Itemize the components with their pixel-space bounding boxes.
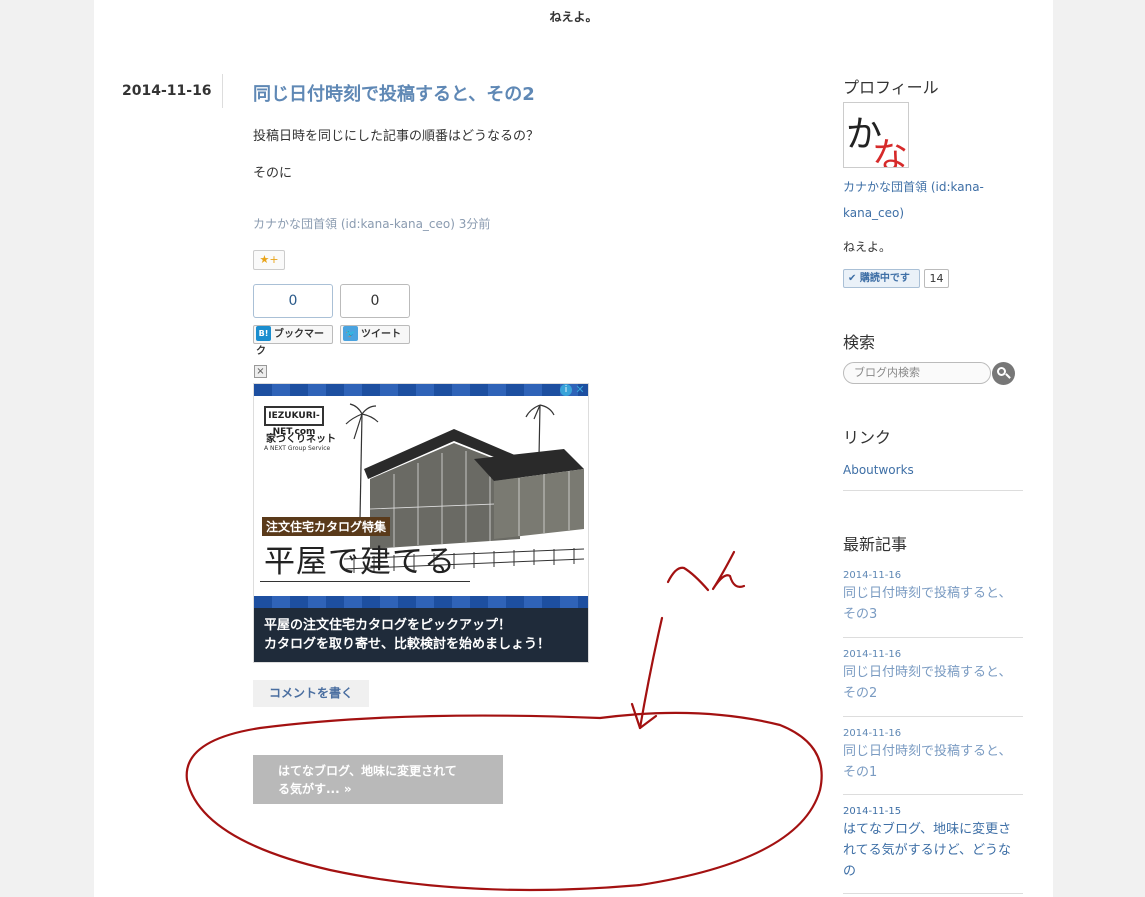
blog-tagline: ねえよ。 xyxy=(549,10,598,24)
bookmark-count[interactable]: 0 xyxy=(253,284,333,318)
sidebar-link[interactable]: Aboutworks xyxy=(843,463,914,477)
prev-entry-title-line: はてなブログ、地味に変更されて xyxy=(278,764,457,778)
divider xyxy=(843,490,1023,491)
date-divider xyxy=(222,74,223,108)
subscribe-button[interactable]: ✔ 購読中です xyxy=(843,269,920,288)
tweet-count[interactable]: 0 xyxy=(340,284,410,318)
recent-entry-date: 2014-11-16 xyxy=(843,570,902,581)
bookmark-button[interactable]: B! ブックマーク xyxy=(253,325,333,357)
recent-entry-date: 2014-11-16 xyxy=(843,728,902,739)
write-comment-button[interactable]: コメントを書く xyxy=(253,680,369,707)
ad-underline xyxy=(260,581,470,582)
entry-title[interactable]: 同じ日付時刻で投稿すると、その2 xyxy=(253,80,535,106)
links-heading: リンク xyxy=(843,428,892,447)
profile-heading: プロフィール xyxy=(843,78,939,97)
ad-logo-jp: 家づくりネット xyxy=(266,434,336,445)
ad-mid-band xyxy=(254,596,588,608)
ad-logo: IEZUKURI-NET.com xyxy=(264,406,324,437)
avatar[interactable]: か な xyxy=(843,102,909,168)
ad-info-icon[interactable]: i xyxy=(560,384,572,396)
recent-entry[interactable]: 2014-11-16 同じ日付時刻で投稿すると、その1 xyxy=(843,728,1013,783)
ad-footer-line: カタログを取り寄せ、比較検討を始めましょう！ xyxy=(264,637,551,652)
divider xyxy=(843,794,1023,795)
ad-dismiss-icon[interactable]: ✕ xyxy=(574,384,586,396)
entry-time[interactable]: 3分前 xyxy=(459,217,491,231)
divider xyxy=(843,716,1023,717)
search-input[interactable]: ブログ内検索 xyxy=(843,362,991,384)
ad-footer-line: 平屋の注文住宅カタログをピックアップ！ xyxy=(264,618,512,633)
recent-entry-title[interactable]: 同じ日付時刻で投稿すると、その1 xyxy=(843,741,1013,783)
recent-heading: 最新記事 xyxy=(843,535,908,554)
entry-meta: カナかな団首領 (id:kana-kana_ceo) 3分前 xyxy=(253,215,490,232)
tweet-button-label: ツイート xyxy=(361,329,401,340)
blog-page: ねえよ。 2014-11-16 同じ日付時刻で投稿すると、その2 投稿日時を同じ… xyxy=(94,0,1053,897)
prev-entry-title-line: る気がす... » xyxy=(278,782,352,796)
recent-entry[interactable]: 2014-11-15 はてなブログ、地味に変更されてる気がするけど、どうなの xyxy=(843,806,1013,882)
avatar-char: な xyxy=(872,136,909,168)
recent-entry-title[interactable]: 同じ日付時刻で投稿すると、その3 xyxy=(843,583,1013,625)
recent-entry[interactable]: 2014-11-16 同じ日付時刻で投稿すると、その3 xyxy=(843,570,1013,625)
search-heading: 検索 xyxy=(843,333,876,352)
add-star-button[interactable]: ★+ xyxy=(253,250,285,270)
hatena-bookmark-icon: B! xyxy=(256,325,271,341)
entry-date: 2014-11-16 xyxy=(122,83,212,99)
recent-entry-title[interactable]: はてなブログ、地味に変更されてる気がするけど、どうなの xyxy=(843,819,1013,882)
subscriber-count: 14 xyxy=(924,269,949,288)
recent-entry-date: 2014-11-15 xyxy=(843,806,902,817)
recent-entry-title[interactable]: 同じ日付時刻で投稿すると、その2 xyxy=(843,662,1013,704)
ad-headline: 平屋で建てる xyxy=(264,544,456,580)
recent-entry[interactable]: 2014-11-16 同じ日付時刻で投稿すると、その2 xyxy=(843,649,1013,704)
recent-entry-date: 2014-11-16 xyxy=(843,649,902,660)
twitter-bird-icon: 🐦 xyxy=(343,325,358,341)
advertisement[interactable]: i ✕ IEZUKURI-NET.com 家づくりネット A NEXT Grou… xyxy=(253,383,589,663)
ad-logo-sub: A NEXT Group Service xyxy=(264,445,331,452)
profile-description: ねえよ。 xyxy=(843,240,892,254)
ad-top-band xyxy=(254,384,588,396)
entry-paragraph: そのに xyxy=(253,166,293,181)
tweet-button[interactable]: 🐦 ツイート xyxy=(340,325,410,344)
entry-author[interactable]: カナかな団首領 (id:kana-kana_ceo) xyxy=(253,217,455,231)
ad-catalog-label: 注文住宅カタログ特集 xyxy=(262,517,391,536)
entry-paragraph: 投稿日時を同じにした記事の順番はどうなるの？ xyxy=(253,129,540,144)
prev-entry-link[interactable]: はてなブログ、地味に変更されて る気がす... » xyxy=(253,755,503,804)
ad-footer: 平屋の注文住宅カタログをピックアップ！ カタログを取り寄せ、比較検討を始めましょ… xyxy=(254,608,588,662)
search-button[interactable] xyxy=(992,362,1015,385)
ad-close-icon[interactable]: × xyxy=(254,365,267,378)
profile-name-link[interactable]: カナかな団首領 (id:kana-kana_ceo) xyxy=(843,174,1003,226)
divider xyxy=(843,637,1023,638)
divider xyxy=(843,893,1023,894)
